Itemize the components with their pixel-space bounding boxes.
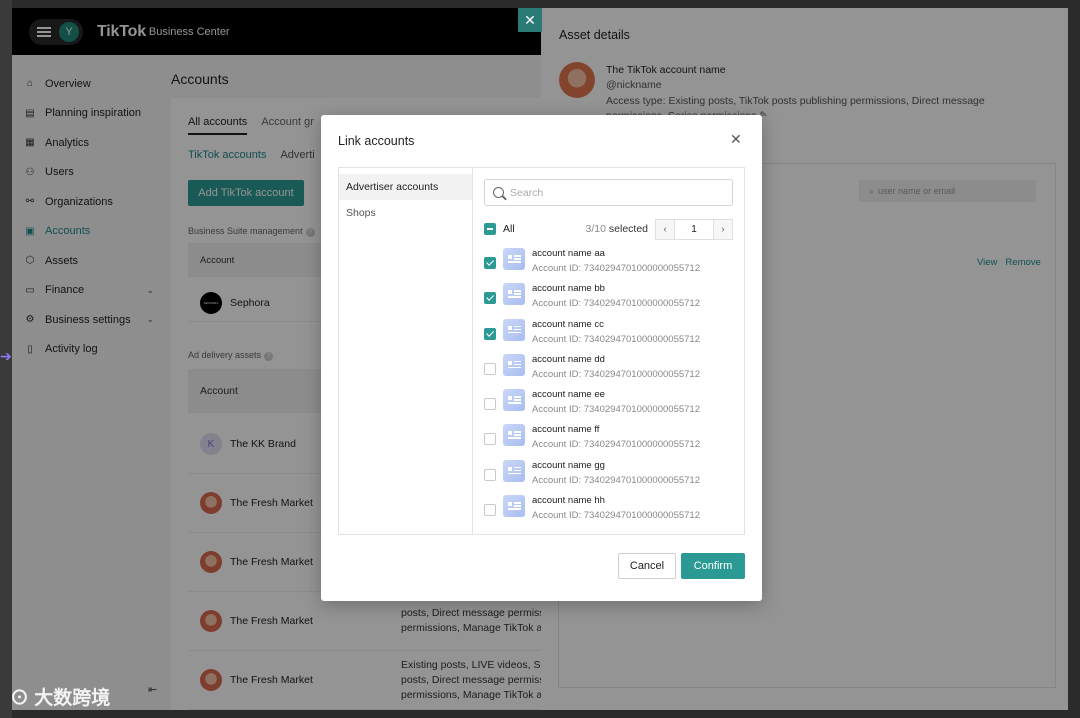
account-checkbox[interactable] bbox=[484, 327, 496, 340]
ad-account-icon bbox=[503, 389, 525, 412]
account-id: Account ID: 7340294701000000055712 bbox=[532, 368, 700, 380]
account-id: Account ID: 7340294701000000055712 bbox=[532, 333, 700, 345]
account-name: account name gg bbox=[532, 459, 605, 471]
account-id: Account ID: 7340294701000000055712 bbox=[532, 263, 700, 274]
account-picker: All 3/10 selected ‹ 1 › account name aa A… bbox=[473, 168, 744, 534]
ad-account-icon bbox=[503, 495, 525, 518]
list-item[interactable]: account name gg Account ID: 7340294701000… bbox=[484, 459, 744, 495]
select-all-row: All 3/10 selected ‹ 1 › bbox=[484, 218, 733, 240]
account-info: account name gg Account ID: 7340294701000… bbox=[532, 460, 700, 488]
ad-account-icon bbox=[503, 318, 525, 341]
watermark-text: 大数跨境 bbox=[34, 688, 111, 709]
arrow-right-icon: ➔ bbox=[0, 348, 12, 364]
account-id: Account ID: 7340294701000000055712 bbox=[532, 474, 700, 486]
prev-page-icon[interactable]: ‹ bbox=[656, 219, 674, 239]
cancel-button[interactable]: Cancel bbox=[618, 553, 676, 579]
search-icon bbox=[493, 187, 504, 198]
asset-type-list: Advertiser accounts Shops bbox=[339, 168, 473, 534]
modal-title: Link accounts bbox=[338, 134, 415, 148]
account-name: account name cc bbox=[532, 318, 604, 330]
account-name: account name dd bbox=[532, 353, 605, 365]
account-checkbox[interactable] bbox=[484, 292, 496, 305]
search-input[interactable] bbox=[510, 186, 710, 199]
account-name: account name aa bbox=[532, 248, 605, 259]
ad-account-icon bbox=[503, 353, 525, 376]
modal-close-icon[interactable]: ✕ bbox=[730, 131, 742, 148]
ad-account-icon bbox=[503, 248, 525, 270]
account-info: account name hh Account ID: 7340294701000… bbox=[532, 495, 700, 523]
account-id: Account ID: 7340294701000000055712 bbox=[532, 298, 700, 310]
account-checkbox[interactable] bbox=[484, 504, 496, 517]
account-checkbox[interactable] bbox=[484, 468, 496, 481]
selected-count: 3/10 selected bbox=[586, 223, 648, 235]
ad-account-icon bbox=[503, 459, 525, 482]
confirm-button[interactable]: Confirm bbox=[681, 553, 745, 579]
ad-account-icon bbox=[503, 424, 525, 447]
pager: ‹ 1 › bbox=[655, 218, 733, 240]
page-number[interactable]: 1 bbox=[674, 219, 714, 239]
account-checkbox[interactable] bbox=[484, 257, 496, 269]
account-id: Account ID: 7340294701000000055712 bbox=[532, 510, 700, 522]
asset-type-shops[interactable]: Shops bbox=[339, 200, 472, 226]
account-info: account name ff Account ID: 7340294701000… bbox=[532, 424, 700, 452]
select-all-checkbox[interactable] bbox=[484, 223, 496, 235]
account-name: account name bb bbox=[532, 283, 605, 295]
account-info: account name ee Account ID: 7340294701000… bbox=[532, 389, 700, 417]
account-info: account name cc Account ID: 7340294701000… bbox=[532, 319, 700, 347]
account-info: account name aa Account ID: 7340294701000… bbox=[532, 248, 700, 276]
account-list: account name aa Account ID: 7340294701000… bbox=[484, 248, 744, 530]
list-item[interactable]: account name hh Account ID: 7340294701000… bbox=[484, 495, 744, 530]
account-info: account name dd Account ID: 7340294701000… bbox=[532, 354, 700, 382]
account-name: account name ee bbox=[532, 389, 605, 401]
list-item[interactable]: account name ee Account ID: 7340294701000… bbox=[484, 389, 744, 424]
ad-account-icon bbox=[503, 283, 525, 306]
modal-body: Advertiser accounts Shops All 3/10 selec… bbox=[338, 167, 745, 535]
selected-number: 3/10 bbox=[585, 223, 606, 235]
watermark: ⊙ 大数跨境 bbox=[10, 688, 111, 709]
account-name: account name hh bbox=[532, 495, 605, 507]
asset-type-advertiser[interactable]: Advertiser accounts bbox=[339, 174, 472, 200]
account-checkbox[interactable] bbox=[484, 398, 496, 411]
drawer-close-button[interactable]: ✕ bbox=[518, 8, 542, 32]
list-item[interactable]: account name ff Account ID: 7340294701000… bbox=[484, 424, 744, 459]
select-all-label: All bbox=[503, 223, 515, 235]
selected-suffix: selected bbox=[608, 223, 648, 235]
account-info: account name bb Account ID: 7340294701000… bbox=[532, 283, 700, 311]
list-item[interactable]: account name cc Account ID: 7340294701000… bbox=[484, 318, 744, 354]
account-id: Account ID: 7340294701000000055712 bbox=[532, 439, 700, 451]
account-name: account name ff bbox=[532, 424, 600, 436]
account-checkbox[interactable] bbox=[484, 362, 496, 375]
link-accounts-modal: Link accounts ✕ Advertiser accounts Shop… bbox=[321, 115, 762, 601]
account-checkbox[interactable] bbox=[484, 433, 496, 446]
search-box[interactable] bbox=[484, 179, 733, 206]
close-icon: ✕ bbox=[524, 11, 536, 28]
list-item[interactable]: account name dd Account ID: 7340294701000… bbox=[484, 353, 744, 389]
list-item[interactable]: account name bb Account ID: 7340294701000… bbox=[484, 283, 744, 318]
next-page-icon[interactable]: › bbox=[714, 219, 732, 239]
account-id: Account ID: 7340294701000000055712 bbox=[532, 404, 700, 416]
list-item[interactable]: account name aa Account ID: 7340294701000… bbox=[484, 248, 744, 283]
